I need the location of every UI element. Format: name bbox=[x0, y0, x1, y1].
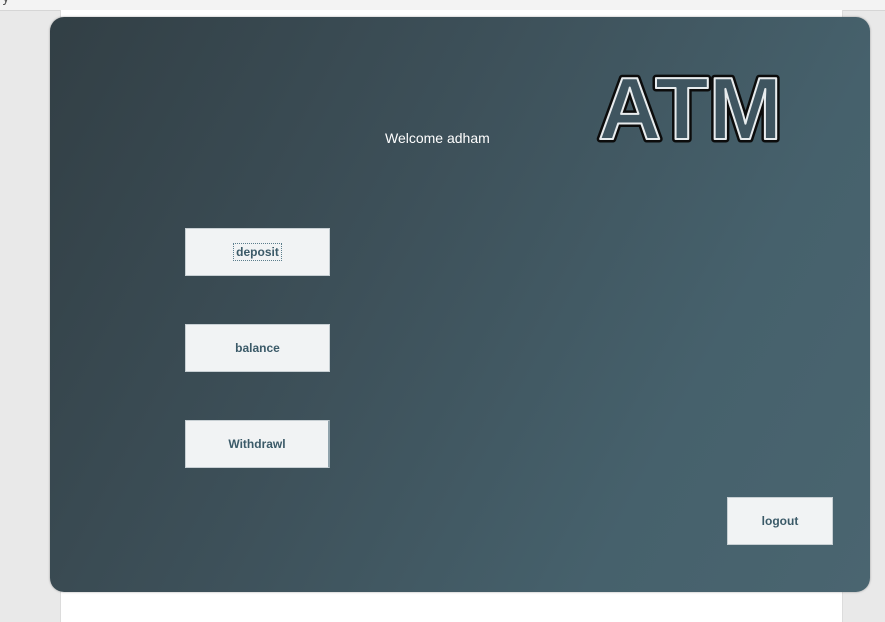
window-top-text: y bbox=[2, 0, 10, 6]
deposit-button-label: deposit bbox=[233, 243, 282, 261]
logout-button-label: logout bbox=[761, 514, 799, 528]
welcome-message: Welcome adham bbox=[385, 130, 490, 146]
balance-button[interactable]: balance bbox=[185, 324, 330, 372]
atm-logo: ATM ATM bbox=[594, 61, 785, 151]
withdraw-button-label: Withdrawl bbox=[228, 437, 286, 451]
balance-button-label: balance bbox=[235, 341, 280, 355]
deposit-button[interactable]: deposit bbox=[185, 228, 330, 276]
logout-button[interactable]: logout bbox=[727, 497, 833, 545]
atm-logo-text: ATM bbox=[598, 61, 782, 151]
withdraw-button[interactable]: Withdrawl bbox=[185, 420, 330, 468]
atm-main-panel: Welcome adham ATM ATM deposit balance Wi… bbox=[50, 17, 870, 592]
